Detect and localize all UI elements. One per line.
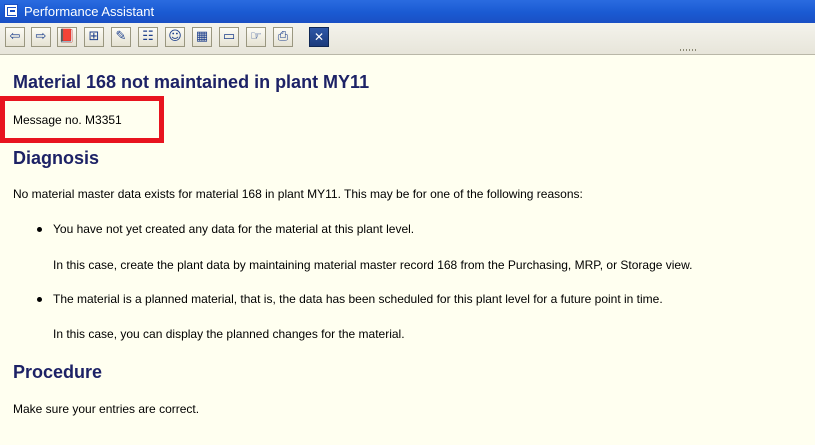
table-button[interactable]: ▦	[192, 27, 212, 47]
print-button[interactable]: ⎙	[273, 27, 293, 47]
diagnosis-detail-1: In this case, create the plant data by m…	[53, 258, 693, 272]
hand-icon: ☞	[250, 29, 262, 44]
book-icon: 📕	[58, 29, 76, 44]
diagnosis-heading: Diagnosis	[13, 148, 100, 168]
diagnosis-intro: No material master data exists for mater…	[13, 187, 583, 201]
help-content: Material 168 not maintained in plant MY1…	[0, 55, 815, 445]
arrow-right-icon: ⇨	[35, 29, 47, 44]
field-icon: ▭	[222, 29, 236, 44]
window-menu-icon[interactable]	[4, 4, 18, 18]
printer-icon: ⎙	[277, 29, 289, 44]
resize-grip[interactable]	[680, 49, 700, 52]
close-button[interactable]: ✕	[309, 27, 329, 47]
diagnosis-bullet-1: You have not yet created any data for th…	[53, 222, 415, 236]
arrow-left-icon: ⇦	[9, 29, 21, 44]
hierarchy-icon: ⊞	[88, 29, 100, 44]
bullet-icon	[37, 227, 42, 232]
page-title: Material 168 not maintained in plant MY1…	[13, 72, 370, 92]
field-button[interactable]: ▭	[219, 27, 239, 47]
diagnosis-detail-2: In this case, you can display the planne…	[53, 327, 405, 341]
close-icon: ✕	[313, 30, 325, 44]
diagnosis-bullet-2: The material is a planned material, that…	[53, 292, 663, 306]
message-number: Message no. M3351	[13, 113, 122, 127]
procedure-heading: Procedure	[13, 362, 103, 382]
hand-button[interactable]: ☞	[246, 27, 266, 47]
structure-button[interactable]: ⊞	[84, 27, 104, 47]
users-icon: ☺	[168, 29, 182, 44]
procedure-text: Make sure your entries are correct.	[13, 402, 200, 416]
info-icon: ☷	[142, 29, 154, 44]
users-button[interactable]: ☺	[165, 27, 185, 47]
edit-button[interactable]: ✎	[111, 27, 131, 47]
window-titlebar: Performance Assistant	[0, 0, 815, 23]
book-button[interactable]: 📕	[57, 27, 77, 47]
pencil-icon: ✎	[115, 29, 127, 44]
window-title: Performance Assistant	[24, 4, 155, 19]
forward-button[interactable]: ⇨	[31, 27, 51, 47]
technical-info-button[interactable]: ☷	[138, 27, 158, 47]
table-icon: ▦	[195, 29, 209, 44]
bullet-icon	[37, 297, 42, 302]
back-button[interactable]: ⇦	[5, 27, 25, 47]
